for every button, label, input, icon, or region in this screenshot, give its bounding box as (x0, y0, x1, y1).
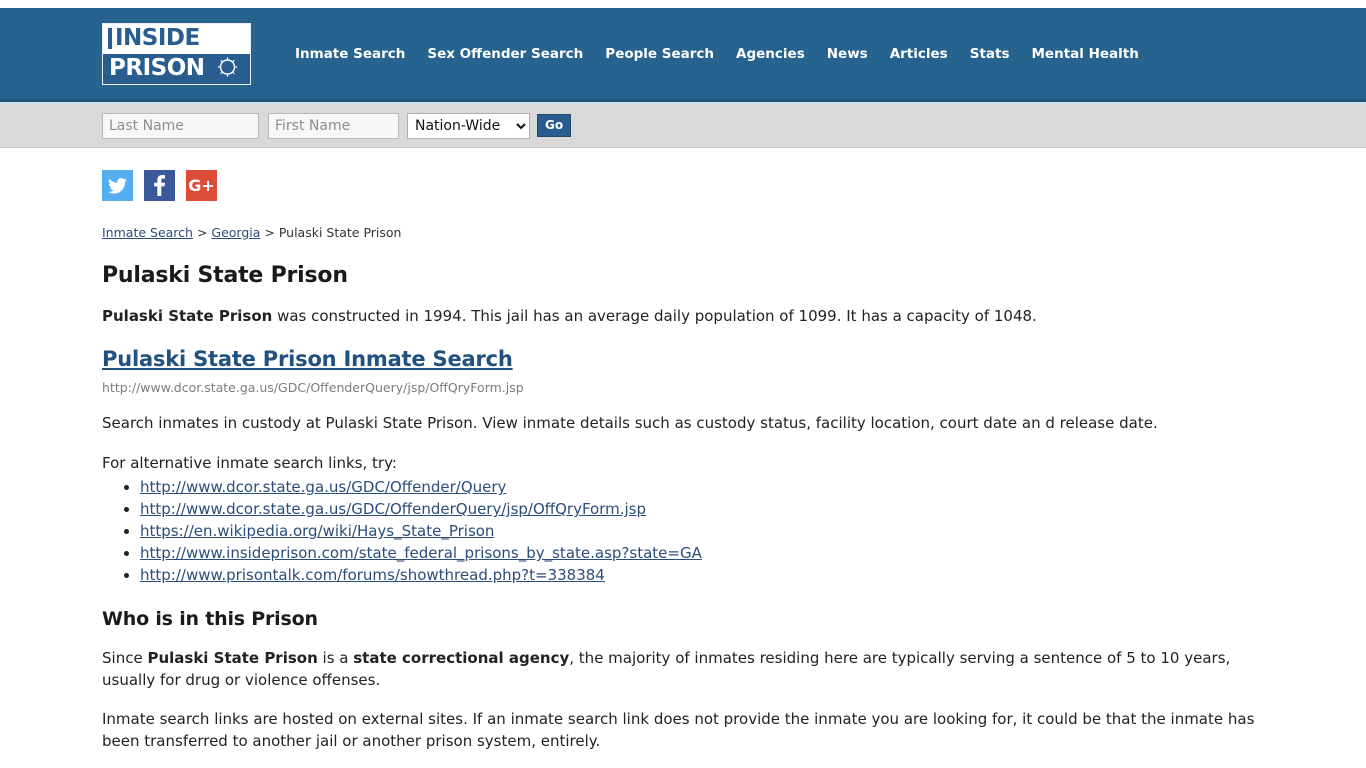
search-description: Search inmates in custody at Pulaski Sta… (102, 414, 1158, 432)
facebook-icon (154, 175, 165, 196)
inmate-search-heading: Pulaski State Prison Inmate Search (102, 347, 1264, 371)
first-name-input[interactable] (268, 112, 399, 139)
google-plus-share-button[interactable]: G+ (186, 170, 217, 201)
breadcrumb: Inmate Search > Georgia > Pulaski State … (102, 225, 1264, 240)
site-logo[interactable]: INSIDE PRISON (102, 22, 251, 85)
scope-select[interactable]: Nation-Wide (407, 112, 530, 139)
logo-line-prison: PRISON (103, 53, 250, 84)
alt-link-2[interactable]: http://www.dcor.state.ga.us/GDC/Offender… (140, 500, 646, 518)
who-p1-prison-name: Pulaski State Prison (147, 649, 318, 667)
logo-line-inside: INSIDE (103, 23, 250, 54)
alt-links-intro: For alternative inmate search links, try… (102, 454, 397, 472)
breadcrumb-separator-1: > (192, 225, 212, 240)
breadcrumb-link-inmate-search[interactable]: Inmate Search (102, 225, 193, 240)
list-item: http://www.dcor.state.ga.us/GDC/Offender… (140, 476, 1264, 498)
intro-prison-name: Pulaski State Prison (102, 307, 273, 325)
nav-item-inmate-search[interactable]: Inmate Search (284, 42, 416, 66)
primary-nav: Inmate Search Sex Offender Search People… (284, 42, 1150, 66)
list-item: http://www.dcor.state.ga.us/GDC/Offender… (140, 498, 1264, 520)
twitter-icon (108, 177, 127, 194)
site-header: INSIDE PRISON Inmate Search Sex Offender… (0, 8, 1366, 102)
who-paragraph-1: Since Pulaski State Prison is a state co… (102, 647, 1264, 691)
nav-item-agencies[interactable]: Agencies (725, 42, 816, 66)
search-bar: Nation-Wide Go (0, 102, 1366, 148)
alt-link-1[interactable]: http://www.dcor.state.ga.us/GDC/Offender… (140, 478, 506, 496)
inmate-search-link[interactable]: Pulaski State Prison Inmate Search (102, 347, 513, 371)
who-p1-agency-type: state correctional agency (353, 649, 570, 667)
breadcrumb-link-georgia[interactable]: Georgia (211, 225, 260, 240)
who-p1-c: is a (317, 649, 354, 667)
nav-item-stats[interactable]: Stats (959, 42, 1021, 66)
facebook-share-button[interactable] (144, 170, 175, 201)
nav-item-articles[interactable]: Articles (879, 42, 959, 66)
list-item: https://en.wikipedia.org/wiki/Hays_State… (140, 520, 1264, 542)
barbed-wire-circle-icon (217, 56, 238, 81)
go-button[interactable]: Go (537, 114, 572, 137)
google-plus-icon: G+ (188, 175, 215, 195)
who-section-heading: Who is in this Prison (102, 608, 318, 630)
list-item: http://www.insideprison.com/state_federa… (140, 542, 1264, 564)
nav-item-news[interactable]: News (816, 42, 879, 66)
social-share-row: G+ (102, 148, 1264, 201)
page-title: Pulaski State Prison (102, 263, 348, 288)
last-name-input[interactable] (102, 112, 259, 139)
logo-accent-bar (108, 28, 112, 49)
nav-item-people-search[interactable]: People Search (594, 42, 725, 66)
twitter-share-button[interactable] (102, 170, 133, 201)
logo-text-prison: PRISON (109, 55, 205, 81)
list-item: http://www.prisontalk.com/forums/showthr… (140, 564, 1264, 586)
breadcrumb-current: Pulaski State Prison (278, 225, 402, 240)
alt-link-4[interactable]: http://www.insideprison.com/state_federa… (140, 544, 702, 562)
inmate-search-url: http://www.dcor.state.ga.us/GDC/Offender… (102, 380, 524, 395)
page-content: G+ Inmate Search > Georgia > Pulaski Sta… (0, 148, 1366, 752)
intro-paragraph: Pulaski State Prison was constructed in … (102, 305, 1264, 327)
breadcrumb-separator-2: > (260, 225, 279, 240)
nav-item-sex-offender-search[interactable]: Sex Offender Search (416, 42, 594, 66)
who-paragraph-2: Inmate search links are hosted on extern… (102, 710, 1255, 750)
top-white-strip (0, 0, 1366, 8)
alt-link-3[interactable]: https://en.wikipedia.org/wiki/Hays_State… (140, 522, 494, 540)
logo-text-inside: INSIDE (115, 25, 200, 51)
nav-item-mental-health[interactable]: Mental Health (1021, 42, 1150, 66)
intro-rest: was constructed in 1994. This jail has a… (272, 307, 1037, 325)
alternative-links-list: http://www.dcor.state.ga.us/GDC/Offender… (102, 476, 1264, 586)
alt-link-5[interactable]: http://www.prisontalk.com/forums/showthr… (140, 566, 605, 584)
who-p1-a: Since (102, 649, 148, 667)
